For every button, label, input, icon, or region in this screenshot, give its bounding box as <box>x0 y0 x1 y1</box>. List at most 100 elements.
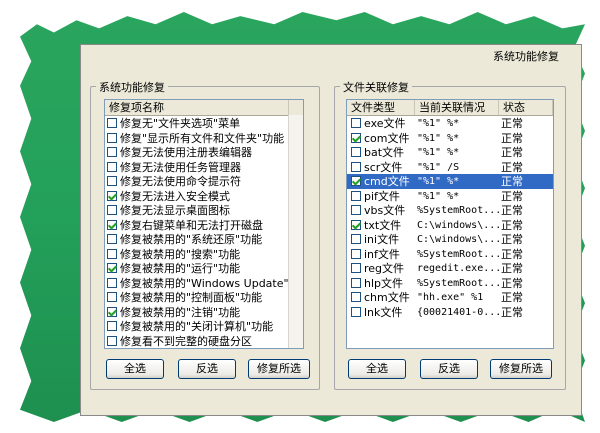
assoc-cell: "%1" %* <box>417 118 460 129</box>
row-checkbox[interactable] <box>351 161 361 172</box>
list-item[interactable]: 修复无法使用任务管理器 <box>105 160 289 175</box>
table-row[interactable]: pif文件 "%1" %* 正常 <box>347 189 553 204</box>
list-item[interactable]: 修复看不到完整的硬盘分区 <box>105 334 289 349</box>
row-checkbox[interactable] <box>351 234 361 244</box>
list-item[interactable]: 修复"显示所有文件和文件夹"功能 <box>105 131 289 146</box>
list-item[interactable]: 修复被禁用的"系统还原"功能 <box>105 232 289 247</box>
file-type-cell: hlp文件 <box>347 276 415 291</box>
column-header-assoc[interactable]: 当前关联情况 <box>415 100 499 115</box>
item-label: 修复被禁用的"搜索"功能 <box>120 247 241 261</box>
list-item[interactable]: 修复被禁用的"运行"功能 <box>105 261 289 276</box>
row-checkbox[interactable] <box>351 219 361 230</box>
item-checkbox[interactable] <box>107 147 117 157</box>
assoc-cell: {00021401-0... <box>417 306 499 318</box>
row-checkbox[interactable] <box>351 132 361 143</box>
item-label: 修复无"文件夹选项"菜单 <box>120 117 241 130</box>
item-label: 修复无法使用任务管理器 <box>120 160 241 174</box>
row-checkbox[interactable] <box>351 263 361 273</box>
file-type-cell: exe文件 <box>347 116 415 131</box>
row-checkbox[interactable] <box>351 147 361 157</box>
table-row[interactable]: exe文件 "%1" %* 正常 <box>347 116 553 131</box>
column-header-name[interactable]: 修复项名称 <box>105 100 289 115</box>
item-checkbox[interactable] <box>107 219 117 230</box>
row-checkbox[interactable] <box>351 292 361 302</box>
table-row[interactable]: inf文件 %SystemRoot... 正常 <box>347 247 553 262</box>
list-item[interactable]: 修复右键菜单和无法打开磁盘 <box>105 218 289 233</box>
item-checkbox[interactable] <box>107 277 117 288</box>
table-row[interactable]: txt文件 C:\windows\... 正常 <box>347 218 553 233</box>
file-type-label: chm文件 <box>364 291 410 304</box>
right-invert-button[interactable]: 反选 <box>420 359 478 379</box>
item-checkbox[interactable] <box>107 321 117 331</box>
item-label: 修复无法使用命令提示符 <box>120 175 241 188</box>
left-repair-button[interactable]: 修复所选 <box>248 359 310 379</box>
list-item[interactable]: 修复被禁用的"Windows Update" <box>105 276 289 291</box>
item-checkbox[interactable] <box>107 190 117 201</box>
item-label: 修复被禁用的"控制面板"功能 <box>120 291 263 304</box>
column-header-status[interactable]: 状态 <box>499 100 553 115</box>
row-checkbox[interactable] <box>351 176 361 186</box>
item-checkbox[interactable] <box>107 176 117 186</box>
status-cell: 正常 <box>501 291 523 304</box>
list-item[interactable]: 修复无法进入安全模式 <box>105 189 289 204</box>
row-checkbox[interactable] <box>351 306 361 317</box>
table-row[interactable]: bat文件 "%1" %* 正常 <box>347 145 553 160</box>
table-row[interactable]: ini文件 C:\windows\... 正常 <box>347 232 553 247</box>
column-header-type[interactable]: 文件类型 <box>347 100 415 115</box>
window-title: 系统功能修复 <box>493 50 559 63</box>
assoc-cell: "%1" %* <box>417 132 460 144</box>
table-row[interactable]: lnk文件 {00021401-0... 正常 <box>347 305 553 320</box>
assoc-cell: "%1" /S <box>417 161 460 173</box>
list-item[interactable]: 修复无法使用命令提示符 <box>105 174 289 189</box>
table-row[interactable]: vbs文件 %SystemRoot... 正常 <box>347 203 553 218</box>
row-checkbox[interactable] <box>351 277 361 288</box>
system-repair-list[interactable]: 修复项名称 修复无"文件夹选项"菜单 修复"显示所有文件和文件夹"功能 修复无法使用… <box>104 99 304 349</box>
table-row[interactable]: scr文件 "%1" /S 正常 <box>347 160 553 175</box>
file-type-cell: chm文件 <box>347 290 415 305</box>
right-select-all-button[interactable]: 全选 <box>348 359 406 379</box>
file-type-label: txt文件 <box>364 218 402 232</box>
file-type-label: pif文件 <box>364 189 400 203</box>
item-checkbox[interactable] <box>107 205 117 215</box>
system-repair-group-title: 系统功能修复 <box>96 79 168 95</box>
item-checkbox[interactable] <box>107 292 117 302</box>
item-checkbox[interactable] <box>107 161 117 172</box>
assoc-cell: %SystemRoot... <box>417 277 499 289</box>
assoc-cell: "%1" %* <box>417 176 460 187</box>
item-checkbox[interactable] <box>107 234 117 244</box>
item-checkbox[interactable] <box>107 335 117 346</box>
table-row[interactable]: cmd文件 "%1" %* 正常 <box>347 174 553 189</box>
table-row[interactable]: com文件 "%1" %* 正常 <box>347 131 553 146</box>
scrollbar[interactable] <box>288 115 303 348</box>
list-item[interactable]: 修复无"文件夹选项"菜单 <box>105 116 289 131</box>
list-item[interactable]: 修复被禁用的"搜索"功能 <box>105 247 289 262</box>
list-item[interactable]: 修复被禁用的"注销"功能 <box>105 305 289 320</box>
status-cell: 正常 <box>501 262 523 275</box>
list-item[interactable]: 修复无法使用注册表编辑器 <box>105 145 289 160</box>
file-type-cell: inf文件 <box>347 247 415 262</box>
item-checkbox[interactable] <box>107 306 117 317</box>
status-cell: 正常 <box>501 276 523 290</box>
item-checkbox[interactable] <box>107 118 117 128</box>
list-item[interactable]: 修复无法显示桌面图标 <box>105 203 289 218</box>
item-checkbox[interactable] <box>107 248 117 259</box>
left-invert-button[interactable]: 反选 <box>178 359 236 379</box>
item-checkbox[interactable] <box>107 132 117 143</box>
row-checkbox[interactable] <box>351 118 361 128</box>
list-item[interactable]: 修复被禁用的"控制面板"功能 <box>105 290 289 305</box>
file-assoc-list[interactable]: 文件类型 当前关联情况 状态 exe文件 "%1" %* 正常 com文件 "%1" %… <box>346 99 554 349</box>
file-type-cell: lnk文件 <box>347 305 415 320</box>
table-row[interactable]: hlp文件 %SystemRoot... 正常 <box>347 276 553 291</box>
table-row[interactable]: reg文件 regedit.exe... 正常 <box>347 261 553 276</box>
table-row[interactable]: chm文件 "hh.exe" %1 正常 <box>347 290 553 305</box>
left-select-all-button[interactable]: 全选 <box>106 359 164 379</box>
row-checkbox[interactable] <box>351 190 361 201</box>
status-cell: 正常 <box>501 117 523 130</box>
item-checkbox[interactable] <box>107 263 117 273</box>
list-item[interactable]: 修复被禁用的"关闭计算机"功能 <box>105 319 289 334</box>
row-checkbox[interactable] <box>351 248 361 259</box>
status-cell: 正常 <box>501 218 523 232</box>
row-checkbox[interactable] <box>351 205 361 215</box>
item-label: 修复被禁用的"Windows Update" <box>120 276 289 290</box>
right-repair-button[interactable]: 修复所选 <box>490 359 552 379</box>
